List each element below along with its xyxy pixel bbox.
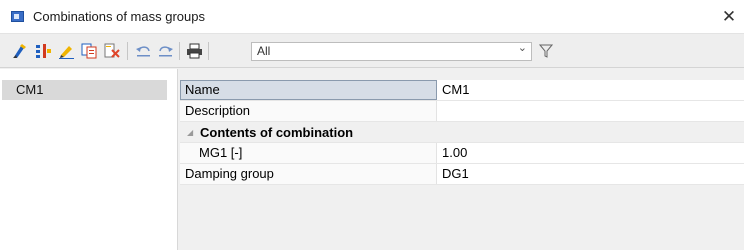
- section-label: Contents of combination: [200, 125, 354, 140]
- description-field[interactable]: [437, 101, 744, 121]
- copy-icon[interactable]: [81, 43, 98, 59]
- toolbar: All ⌄: [0, 34, 744, 68]
- filter-select[interactable]: All ⌄: [251, 42, 532, 61]
- insert-icon[interactable]: [35, 43, 52, 59]
- property-row-description[interactable]: Description: [180, 101, 744, 122]
- combination-list: CM1: [0, 69, 178, 250]
- mg1-coefficient-field[interactable]: 1.00: [437, 143, 744, 163]
- edit-icon[interactable]: [58, 43, 75, 59]
- print-icon[interactable]: [186, 43, 203, 59]
- property-label: MG1 [-]: [180, 143, 437, 163]
- chevron-down-icon[interactable]: ⌄: [518, 41, 527, 54]
- damping-group-field[interactable]: DG1: [437, 164, 744, 184]
- property-grid: Name CM1 Description ◢ Contents of combi…: [180, 80, 744, 250]
- title-bar: Combinations of mass groups ✕: [0, 0, 744, 34]
- funnel-filter-icon[interactable]: [538, 43, 554, 59]
- property-row-damping-group[interactable]: Damping group DG1: [180, 164, 744, 185]
- property-label: Description: [180, 101, 437, 121]
- new-icon[interactable]: [12, 43, 29, 59]
- delete-icon[interactable]: [104, 43, 121, 59]
- section-header[interactable]: ◢ Contents of combination: [180, 122, 744, 143]
- property-row-name[interactable]: Name CM1: [180, 80, 744, 101]
- name-field[interactable]: CM1: [437, 80, 744, 100]
- collapse-icon[interactable]: ◢: [187, 122, 193, 143]
- redo-icon[interactable]: [157, 43, 174, 59]
- property-row-mg1[interactable]: MG1 [-] 1.00: [180, 143, 744, 164]
- toolbar-separator: [179, 42, 180, 60]
- window-title: Combinations of mass groups: [33, 9, 205, 24]
- undo-icon[interactable]: [135, 43, 152, 59]
- property-label: Name: [180, 80, 437, 100]
- property-label: Damping group: [180, 164, 437, 184]
- window-icon: [11, 11, 24, 22]
- list-item[interactable]: CM1: [2, 80, 167, 100]
- toolbar-separator: [127, 42, 128, 60]
- toolbar-separator: [208, 42, 209, 60]
- close-button[interactable]: ✕: [714, 0, 744, 33]
- filter-select-value: All: [257, 44, 271, 58]
